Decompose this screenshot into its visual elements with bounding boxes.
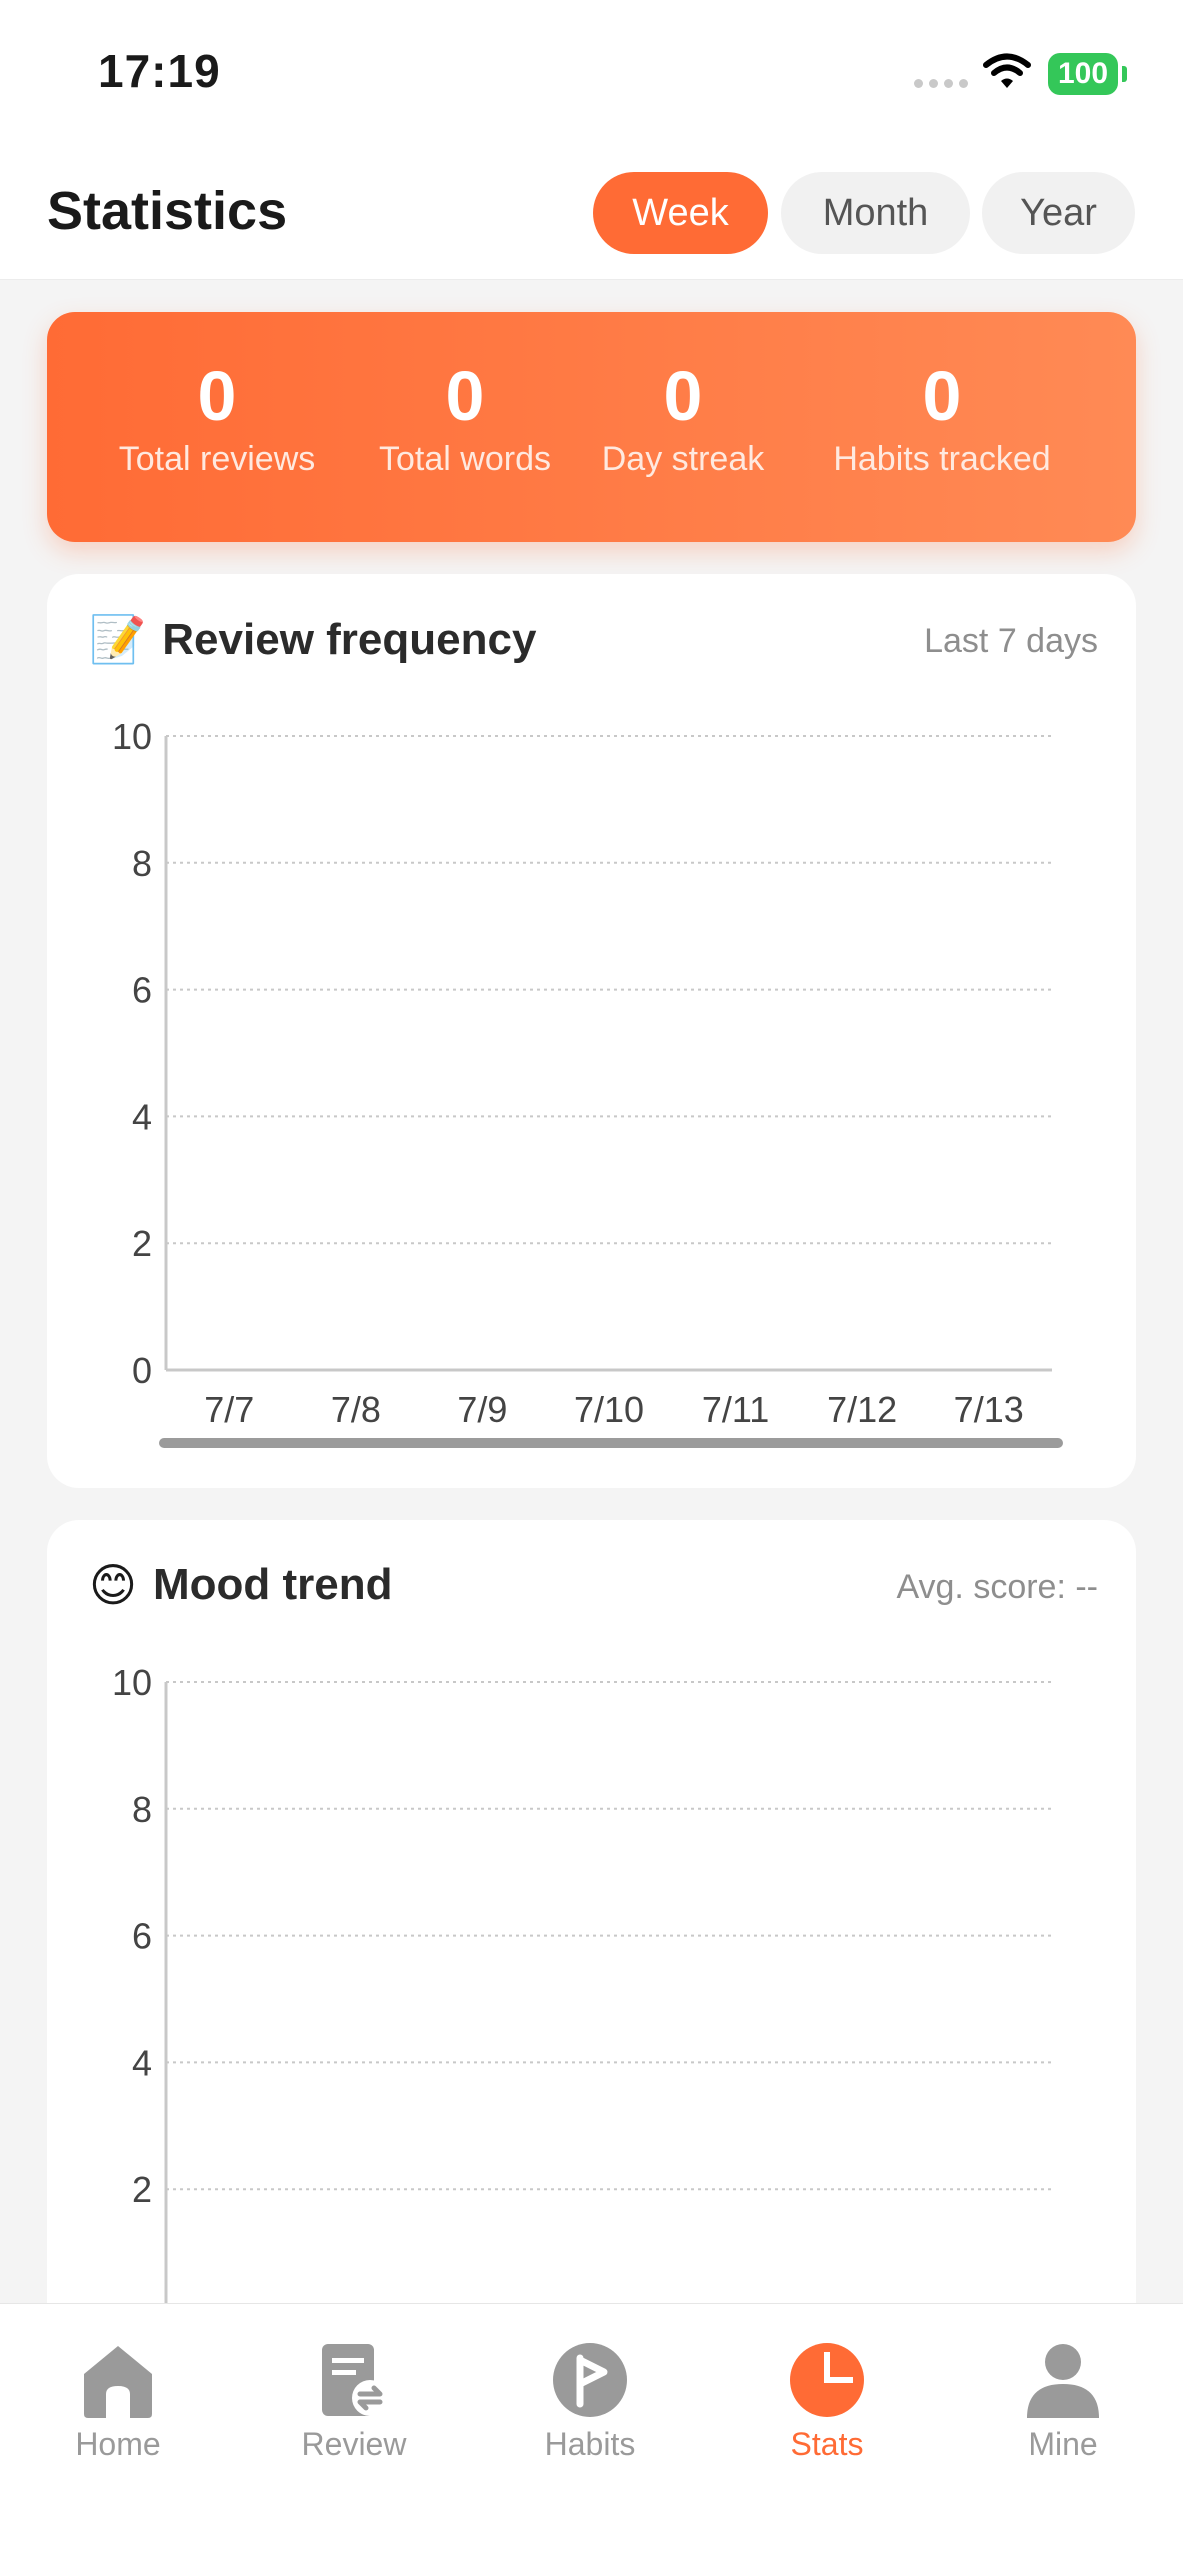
- y-tick-label: 6: [132, 970, 152, 1011]
- x-tick-label: 7/7: [204, 1389, 254, 1430]
- summary-label: Total reviews: [118, 440, 316, 478]
- mine-icon: [973, 2322, 1153, 2418]
- tab-label: Habits: [544, 2426, 636, 2462]
- summary-total-reviews: 0 Total reviews: [117, 356, 317, 479]
- x-tick-label: 7/13: [954, 1389, 1024, 1430]
- stats-icon: [737, 2322, 917, 2418]
- summary-card: 0 Total reviews 0 Total words 0 Day stre…: [47, 312, 1136, 542]
- tab-bar: Home Review Habits Stats Mine: [0, 2303, 1183, 2560]
- x-tick-label: 7/11: [702, 1389, 769, 1430]
- summary-label: Day streak: [601, 440, 765, 478]
- tab-home[interactable]: Home: [28, 2322, 208, 2463]
- y-tick-label: 0: [132, 1350, 152, 1391]
- y-tick-label: 4: [132, 1096, 152, 1137]
- period-month-button[interactable]: Month: [781, 172, 970, 254]
- tab-label: Home: [75, 2426, 161, 2462]
- tab-review[interactable]: Review: [264, 2322, 444, 2463]
- status-time: 17:19: [98, 45, 221, 97]
- summary-value: 0: [445, 357, 485, 435]
- home-icon: [28, 2322, 208, 2418]
- y-tick-label: 4: [132, 2042, 152, 2083]
- tab-label: Review: [301, 2426, 407, 2462]
- summary-value: 0: [663, 357, 703, 435]
- status-bar: 17:19 100: [0, 0, 1183, 150]
- summary-habits-tracked: 0 Habits tracked: [817, 356, 1067, 479]
- y-tick-label: 2: [132, 1223, 152, 1264]
- tab-label: Stats: [790, 2426, 864, 2462]
- summary-total-words: 0 Total words: [365, 356, 565, 479]
- summary-label: Total words: [379, 440, 551, 478]
- tab-stats[interactable]: Stats: [737, 2322, 917, 2463]
- x-tick-label: 7/9: [457, 1389, 507, 1430]
- mood-trend-card: 😊 Mood trend Avg. score: -- 2 4 6 8 10: [47, 1520, 1136, 2360]
- review-frequency-card: 📝 Review frequency Last 7 days 0 2 4 6 8 10 7/…: [47, 574, 1136, 1488]
- x-tick-label: 7/12: [827, 1389, 897, 1430]
- page-title: Statistics: [47, 181, 288, 241]
- period-week-button[interactable]: Week: [593, 172, 768, 254]
- battery-indicator: 100: [1048, 53, 1118, 95]
- cellular-signal-icon: [914, 79, 968, 88]
- summary-day-streak: 0 Day streak: [593, 356, 773, 479]
- mood-trend-chart: 2 4 6 8 10: [112, 1662, 1052, 2316]
- review-icon: [264, 2322, 444, 2418]
- review-frequency-chart: 0 2 4 6 8 10 7/7 7/8 7/9 7/10 7/11 7/12 7/13: [112, 716, 1052, 1430]
- chart-scrollbar[interactable]: [159, 1438, 1063, 1448]
- y-tick-label: 10: [112, 1662, 152, 1703]
- y-tick-label: 10: [112, 716, 152, 757]
- habits-icon: [500, 2322, 680, 2418]
- wifi-icon: [983, 53, 1031, 88]
- y-tick-label: 2: [132, 2169, 152, 2210]
- tab-mine[interactable]: Mine: [973, 2322, 1153, 2463]
- summary-value: 0: [197, 357, 237, 435]
- y-tick-label: 8: [132, 843, 152, 884]
- summary-value: 0: [922, 357, 962, 435]
- tab-habits[interactable]: Habits: [500, 2322, 680, 2463]
- summary-label: Habits tracked: [833, 440, 1051, 478]
- header: Statistics Week Month Year: [0, 150, 1183, 280]
- battery-tip: [1122, 66, 1127, 82]
- x-tick-label: 7/8: [331, 1389, 381, 1430]
- period-year-button[interactable]: Year: [982, 172, 1135, 254]
- y-tick-label: 8: [132, 1789, 152, 1830]
- tab-label: Mine: [1028, 2426, 1098, 2462]
- y-tick-label: 6: [132, 1916, 152, 1957]
- x-tick-label: 7/10: [574, 1389, 644, 1430]
